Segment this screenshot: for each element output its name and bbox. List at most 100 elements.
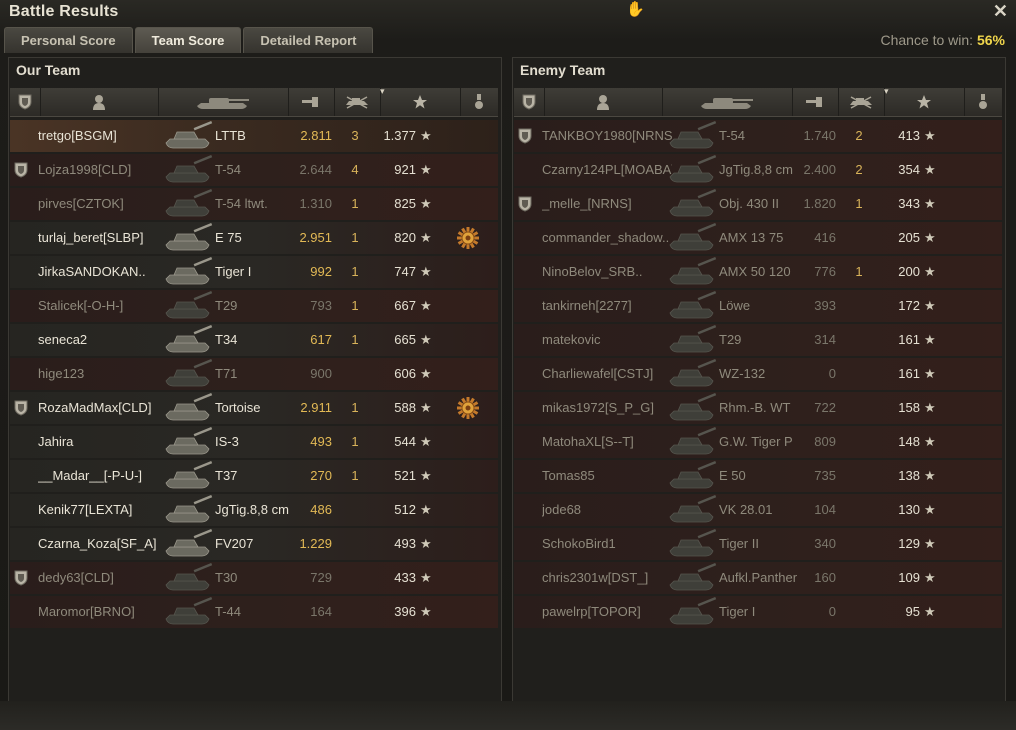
player-name: NinoBelov_SRB.. — [542, 264, 643, 279]
bottom-bar — [0, 701, 1016, 730]
player-row[interactable]: RozaMadMax[CLD] Tortoise 2.911 1 588 ★ — [10, 392, 498, 424]
tank-name: T-44 — [215, 604, 242, 619]
kills-column-icon[interactable] — [838, 88, 885, 116]
player-row[interactable]: MatohaXL[S--T] G.W. Tiger P 809 148 ★ — [514, 426, 1002, 458]
tank-name: E 50 — [719, 468, 746, 483]
damage-value: 1.310 — [299, 196, 332, 211]
tank-name: JgTig.8,8 cm — [719, 162, 793, 177]
player-row[interactable]: mikas1972[S_P_G] Rhm.-B. WT 722 158 ★ — [514, 392, 1002, 424]
player-row[interactable]: Jahira IS-3 493 1 544 ★ — [10, 426, 498, 458]
star-icon: ★ — [924, 570, 936, 585]
player-row[interactable]: pirves[CZTOK] T-54 ltwt. 1.310 1 825 ★ — [10, 188, 498, 220]
vehicle-column-icon[interactable] — [158, 88, 289, 116]
star-icon: ★ — [420, 230, 432, 245]
player-name: matekovic — [542, 332, 601, 347]
player-column-icon[interactable] — [544, 88, 663, 116]
player-row[interactable]: matekovic T29 314 161 ★ — [514, 324, 1002, 356]
xp-value: 433 — [394, 570, 416, 585]
player-row[interactable]: hige123 T71 900 606 ★ — [10, 358, 498, 390]
tab-bar: Personal Score Team Score Detailed Repor… — [4, 27, 374, 53]
player-name: JirkaSANDOKAN.. — [38, 264, 146, 279]
kills-value — [852, 494, 866, 526]
tank-icon — [164, 596, 214, 627]
player-row[interactable]: TANKBOY1980[NRNS] T-54 1.740 2 413 ★ — [514, 120, 1002, 152]
close-icon[interactable]: ✕ — [993, 1, 1008, 22]
platoon-slot — [518, 562, 536, 594]
player-row[interactable]: Tomas85 E 50 735 138 ★ — [514, 460, 1002, 492]
platoon-slot — [518, 494, 536, 526]
squad-column-icon[interactable] — [10, 88, 41, 116]
xp-value: 95 — [905, 604, 920, 619]
medal-column-icon[interactable] — [964, 88, 1003, 116]
player-row[interactable]: __Madar__[-P-U-] T37 270 1 521 ★ — [10, 460, 498, 492]
damage-column-icon[interactable] — [792, 88, 839, 116]
player-row[interactable]: tretgo[BSGM] LTTB 2.811 3 1.377 ★ — [10, 120, 498, 152]
kills-column-icon[interactable] — [334, 88, 381, 116]
platoon-icon — [518, 188, 536, 220]
squad-column-icon[interactable] — [514, 88, 545, 116]
player-name: dedy63[CLD] — [38, 570, 114, 585]
medal-column-icon[interactable] — [460, 88, 499, 116]
title-bar: Battle Results ✋ ✕ — [0, 0, 1016, 26]
player-column-icon[interactable] — [40, 88, 159, 116]
player-name: Maromor[BRNO] — [38, 604, 135, 619]
tank-name: Tiger I — [215, 264, 252, 279]
platoon-icon — [14, 392, 32, 424]
player-row[interactable]: tankirneh[2277] Löwe 393 172 ★ — [514, 290, 1002, 322]
player-row[interactable]: Czarny124PL[MOABA] JgTig.8,8 cm 2.400 2 354 ★ — [514, 154, 1002, 186]
tank-icon — [668, 596, 718, 627]
player-row[interactable]: Maromor[BRNO] T-44 164 396 ★ — [10, 596, 498, 628]
our-team-panel: Our Team ▾ tretgo[BSGM] LTTB 2.811 3 1.377 ★ L… — [8, 57, 502, 702]
player-row[interactable]: Stalicek[-O-H-] T29 793 1 667 ★ — [10, 290, 498, 322]
tank-icon — [668, 324, 718, 355]
tank-icon — [668, 460, 718, 491]
tab-team-score[interactable]: Team Score — [134, 27, 242, 53]
player-row[interactable]: Kenik77[LEXTA] JgTig.8,8 cm 486 512 ★ — [10, 494, 498, 526]
medal-icon[interactable] — [456, 396, 480, 420]
player-row[interactable]: JirkaSANDOKAN.. Tiger I 992 1 747 ★ — [10, 256, 498, 288]
tank-name: T34 — [215, 332, 238, 347]
tank-name: E 75 — [215, 230, 242, 245]
damage-value: 2.911 — [300, 400, 332, 415]
player-row[interactable]: dedy63[CLD] T30 729 433 ★ — [10, 562, 498, 594]
damage-column-icon[interactable] — [288, 88, 335, 116]
player-row[interactable]: pawelrp[TOPOR] Tiger I 0 95 ★ — [514, 596, 1002, 628]
player-row[interactable]: NinoBelov_SRB.. AMX 50 120 776 1 200 ★ — [514, 256, 1002, 288]
player-name: __Madar__[-P-U-] — [38, 468, 143, 483]
xp-value: 820 — [394, 230, 416, 245]
damage-value: 340 — [814, 536, 836, 551]
player-name: commander_shadow.. — [542, 230, 670, 245]
damage-value: 722 — [814, 400, 836, 415]
medal-icon[interactable] — [456, 226, 480, 250]
xp-value: 343 — [898, 196, 920, 211]
xp-value: 158 — [898, 400, 920, 415]
player-row[interactable]: turlaj_beret[SLBP] E 75 2.951 1 820 ★ — [10, 222, 498, 254]
player-row[interactable]: seneca2 T34 617 1 665 ★ — [10, 324, 498, 356]
platoon-slot — [14, 596, 32, 628]
player-row[interactable]: Lojza1998[CLD] T-54 2.644 4 921 ★ — [10, 154, 498, 186]
platoon-slot — [518, 460, 536, 492]
player-row[interactable]: Charliewafel[CSTJ] WZ-132 0 161 ★ — [514, 358, 1002, 390]
platoon-slot — [14, 358, 32, 390]
tank-icon — [164, 426, 214, 457]
xp-value: 354 — [898, 162, 920, 177]
tab-personal-score[interactable]: Personal Score — [4, 27, 133, 53]
player-row[interactable]: jode68 VK 28.01 104 130 ★ — [514, 494, 1002, 526]
player-row[interactable]: _melle_[NRNS] Obj. 430 II 1.820 1 343 ★ — [514, 188, 1002, 220]
player-row[interactable]: SchokoBird1 Tiger II 340 129 ★ — [514, 528, 1002, 560]
player-row[interactable]: chris2301w[DST_] Aufkl.Panther 160 109 ★ — [514, 562, 1002, 594]
hand-cursor-icon: ✋ — [626, 1, 645, 18]
platoon-icon — [518, 120, 536, 152]
kills-value: 1 — [351, 468, 359, 483]
player-row[interactable]: Czarna_Koza[SF_A] FV207 1.229 493 ★ — [10, 528, 498, 560]
vehicle-column-icon[interactable] — [662, 88, 793, 116]
xp-column-icon[interactable]: ▾ — [380, 86, 461, 116]
player-row[interactable]: commander_shadow.. AMX 13 75 416 205 ★ — [514, 222, 1002, 254]
tab-detailed-report[interactable]: Detailed Report — [243, 27, 374, 53]
kills-value — [348, 494, 362, 526]
tank-name: T-54 ltwt. — [215, 196, 268, 211]
tank-icon — [668, 528, 718, 559]
xp-column-icon[interactable]: ▾ — [884, 86, 965, 116]
enemy-team-list: TANKBOY1980[NRNS] T-54 1.740 2 413 ★ Czarny124… — [514, 120, 1002, 630]
player-name: RozaMadMax[CLD] — [38, 400, 152, 415]
